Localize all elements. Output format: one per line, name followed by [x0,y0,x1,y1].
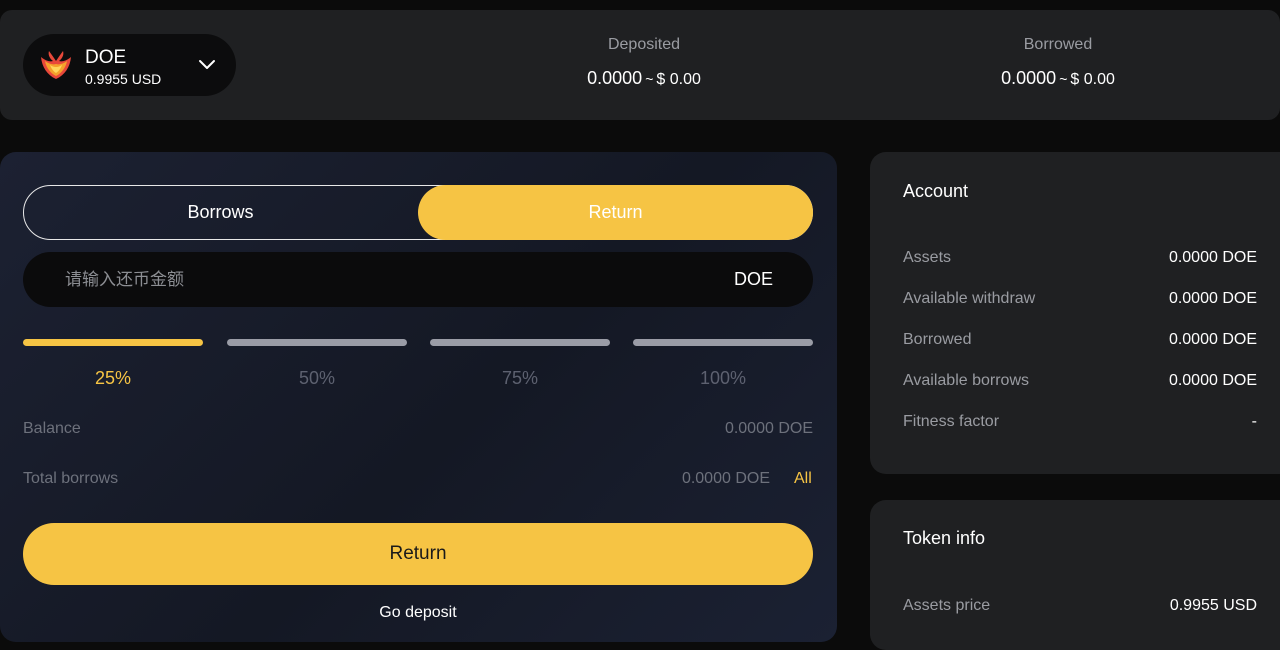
percent-100-option[interactable]: 100% [633,339,813,389]
deposited-label: Deposited [607,36,681,53]
percent-label: 25% [94,368,132,388]
borrowed-stat: Borrowed 0.0000 ~ $ 0.00 [908,36,1208,89]
borrowed-value: 0.0000 ~ $ 0.00 [908,68,1208,89]
total-borrows-label: Total borrows [23,470,119,487]
percent-bar [430,339,610,346]
token-info-row-value: 0.9955 USD [1169,597,1257,614]
account-title: Account [903,181,969,201]
percent-50-option[interactable]: 50% [227,339,407,389]
account-row-value: 0.0000 DOE [1168,290,1257,307]
deposited-amount: 0.0000 [587,68,643,88]
deposited-stat: Deposited 0.0000 ~ $ 0.00 [494,36,794,89]
account-row-label: Fitness factor [903,413,1000,430]
go-deposit-link[interactable]: Go deposit [23,604,813,622]
account-row-label: Available borrows [903,372,1029,389]
account-row: Available withdraw 0.0000 DOE [903,290,1257,310]
tab-switch: Borrows Return [23,185,813,240]
return-button[interactable]: Return [23,523,813,585]
account-row-value: 0.0000 DOE [1168,249,1257,266]
account-row: Fitness factor - [903,413,1257,433]
token-info-card: Token info Assets price 0.9955 USD [870,500,1280,650]
amount-input[interactable] [65,252,665,307]
percent-75-option[interactable]: 75% [430,339,610,389]
account-row: Available borrows 0.0000 DOE [903,372,1257,392]
token-name: DOE [85,47,127,68]
all-link[interactable]: All [794,470,812,488]
percent-bar [633,339,813,346]
account-row-value: 0.0000 DOE [1168,331,1257,348]
percent-25-option[interactable]: 25% [23,339,203,389]
balance-value: 0.0000 DOE [724,420,813,437]
chevron-down-icon [199,60,215,69]
percent-label: 50% [298,368,336,388]
account-row: Assets 0.0000 DOE [903,249,1257,269]
amount-input-field: DOE [23,252,813,307]
account-row-label: Borrowed [903,331,972,348]
balance-label: Balance [23,420,81,437]
deposited-usd: $ 0.00 [656,71,701,88]
borrowed-label: Borrowed [1023,36,1093,53]
token-info-row: Assets price 0.9955 USD [903,597,1257,617]
account-row: Borrowed 0.0000 DOE [903,331,1257,351]
approx-sign: ~ [1059,71,1068,87]
amount-unit: DOE [733,269,773,289]
percent-label: 100% [699,368,747,388]
token-price: 0.9955 USD [85,71,162,87]
deposited-value: 0.0000 ~ $ 0.00 [494,68,794,89]
token-info-row-label: Assets price [903,597,991,614]
percent-bar [227,339,407,346]
borrow-return-panel: Borrows Return DOE 25% 50% 75% 100% Bala… [0,152,837,642]
percent-label: 75% [501,368,539,388]
approx-sign: ~ [645,71,654,87]
percent-bar [23,339,203,346]
market-header: DOE 0.9955 USD Deposited 0.0000 ~ $ 0.00 B… [0,10,1280,120]
account-card: Account Assets 0.0000 DOE Available with… [870,152,1280,474]
account-row-value: - [1251,413,1257,430]
account-row-label: Available withdraw [903,290,1036,307]
tab-borrows[interactable]: Borrows [23,185,418,240]
tab-return[interactable]: Return [418,185,813,240]
token-info-title: Token info [903,528,986,548]
account-row-value: 0.0000 DOE [1168,372,1257,389]
total-borrows-value: 0.0000 DOE [681,470,770,487]
token-selector[interactable]: DOE 0.9955 USD [23,34,236,96]
borrowed-usd: $ 0.00 [1070,71,1115,88]
account-row-label: Assets [903,249,952,266]
borrowed-amount: 0.0000 [1001,68,1057,88]
phoenix-logo-icon [41,51,71,79]
